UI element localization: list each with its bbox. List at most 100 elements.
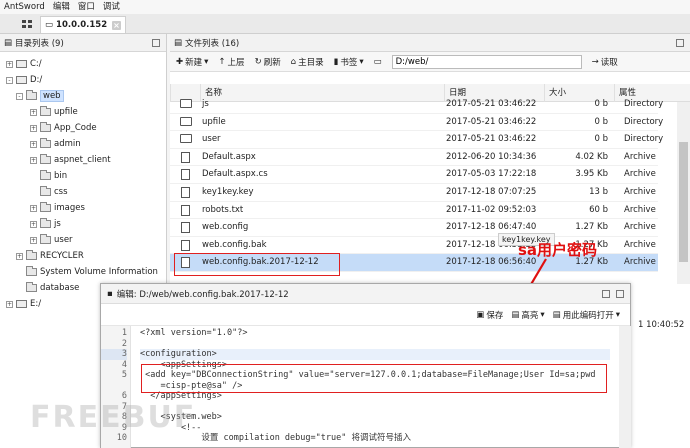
folder-icon [180, 134, 192, 144]
grid-menu-icon[interactable] [20, 17, 34, 31]
home-button[interactable]: ⌂ 主目录 [291, 56, 324, 68]
editor-titlebar[interactable]: ▪ 编辑: D:/web/web.config.bak.2017-12-12 [101, 284, 630, 304]
tree-item-app-code[interactable]: + App_Code [30, 120, 97, 136]
file-size: 13 b [589, 187, 608, 197]
app-name: AntSword [4, 2, 45, 12]
tree-item-d[interactable]: - D:/ [6, 72, 42, 88]
bookmark-button[interactable]: ▮ 书签 ▾ [334, 56, 364, 68]
tree-item-aspnet-client[interactable]: + aspnet_client [30, 152, 111, 168]
tree-item-c[interactable]: + C:/ [6, 56, 42, 72]
refresh-button[interactable]: ↻ 刷新 [255, 56, 281, 68]
file-icon [181, 204, 190, 216]
tree-item-images[interactable]: + images [30, 200, 85, 216]
plus-icon: ✚ [176, 56, 184, 67]
expand-icon[interactable]: + [30, 236, 37, 244]
file-attr: Archive [624, 257, 656, 268]
file-attr: Archive [624, 169, 656, 180]
editor-toolbar: ▣ 保存 ▤ 高亮 ▾ ▤ 用此编码打开 ▾ [101, 304, 630, 326]
file-size: 0 b [594, 134, 608, 145]
folder-icon [40, 202, 51, 212]
file-size: 4.02 Kb [575, 151, 608, 162]
file-name: Default.aspx [202, 151, 256, 162]
file-icon [181, 187, 190, 198]
file-row[interactable]: js 2017-05-21 03:46:22 0 b Directory [170, 96, 663, 114]
file-list-scrollbar[interactable] [677, 102, 690, 284]
expand-icon[interactable]: + [30, 220, 37, 228]
expand-icon[interactable]: + [30, 156, 37, 164]
folder-icon [40, 218, 51, 228]
encoding-icon: ▤ [552, 309, 561, 320]
collapse-tree-icon[interactable]: - [6, 76, 13, 84]
tree-item-e[interactable]: + E:/ [6, 296, 41, 312]
expand-icon[interactable]: + [30, 204, 37, 212]
path-input[interactable] [391, 54, 582, 69]
line-number: 4 [121, 359, 127, 370]
editor-scrollbar[interactable] [619, 326, 631, 448]
expand-icon[interactable]: + [6, 60, 13, 68]
file-row[interactable]: user 2017-05-21 03:46:22 0 b Directory [170, 131, 663, 149]
tree-item-css[interactable]: css [30, 184, 68, 200]
collapse-icon[interactable] [676, 38, 684, 47]
minimize-icon[interactable] [602, 289, 610, 298]
collapse-icon[interactable] [152, 38, 160, 47]
expand-icon[interactable]: + [16, 252, 23, 260]
expand-icon[interactable]: + [30, 124, 37, 132]
menu-window[interactable]: 窗口 [78, 0, 95, 14]
list-icon: ▤ [174, 37, 183, 48]
tree-item-label: E:/ [30, 299, 42, 309]
file-name: web.config.bak [202, 239, 267, 250]
highlight-button[interactable]: ▤ 高亮 ▾ [511, 309, 544, 321]
file-attr: Archive [624, 222, 656, 233]
file-name: Default.aspx.cs [202, 169, 268, 180]
new-button[interactable]: ✚ 新建 ▾ [176, 56, 208, 68]
file-row[interactable]: upfile 2017-05-21 03:46:22 0 b Directory [170, 114, 663, 132]
maximize-icon[interactable] [616, 289, 624, 298]
highlight-box-connection-string [141, 364, 607, 393]
read-button[interactable]: → 读取 [592, 56, 618, 68]
folder-icon [26, 282, 37, 292]
menu-debug[interactable]: 调试 [103, 0, 120, 14]
caret-down-icon: ▾ [540, 309, 545, 320]
tree-item-web[interactable]: - web [16, 88, 64, 104]
folder-icon [26, 250, 37, 260]
tree-item-user[interactable]: + user [30, 232, 73, 248]
open-with-encoding-button[interactable]: ▤ 用此编码打开 ▾ [553, 309, 620, 321]
tree-item-label: database [40, 283, 80, 293]
file-row[interactable]: key1key.key 2017-12-18 07:07:25 13 b Archiv… [170, 184, 658, 202]
file-row[interactable]: web.config 2017-12-18 06:47:40 1.27 Kb Arch… [170, 219, 658, 237]
tree-item-label: admin [54, 139, 81, 149]
folder-open-icon: ▭ [373, 56, 382, 67]
tree-item-bin[interactable]: bin [30, 168, 67, 184]
menubar: AntSword 编辑 窗口 调试 [0, 0, 690, 14]
bookmark-icon: ▮ [333, 56, 339, 67]
save-button[interactable]: ▣ 保存 [476, 309, 503, 321]
tab-host[interactable]: ▭ 10.0.0.152 × [40, 16, 126, 33]
file-size: 0 b [594, 99, 608, 109]
close-icon[interactable]: × [112, 20, 121, 30]
expand-icon[interactable]: + [6, 300, 13, 308]
line-number [101, 381, 127, 392]
tree-item-js[interactable]: + js [30, 216, 61, 232]
file-attr: Archive [624, 204, 656, 215]
file-size: 3.95 Kb [575, 169, 608, 180]
tree-item-admin[interactable]: + admin [30, 136, 81, 152]
file-row[interactable]: robots.txt 2017-11-02 09:52:03 60 b Archive [170, 202, 658, 220]
folder-icon [26, 90, 37, 100]
code-line: <system.web> [140, 412, 222, 422]
up-button[interactable]: ↑ 上层 [218, 56, 244, 68]
file-row[interactable]: Default.aspx 2012-06-20 10:34:36 4.02 Kb Ar… [170, 149, 658, 167]
collapse-tree-icon[interactable]: - [16, 92, 23, 100]
tree-item-label: user [54, 235, 73, 245]
file-row[interactable]: Default.aspx.cs 2017-05-03 17:22:18 3.95 K… [170, 166, 658, 184]
tree-item-recycler[interactable]: + RECYCLER [16, 248, 84, 264]
tree-item-system-volume-information[interactable]: System Volume Information [16, 264, 158, 280]
tree-item-database[interactable]: database [16, 280, 79, 296]
expand-icon[interactable]: + [30, 108, 37, 116]
file-toolbar: ✚新建▾ ↑上层 ↻刷新 ⌂主目录 ▮书签▾ ▭ →读取 [170, 52, 690, 72]
code-line: 设置 compilation debug="true" 将调试符号插入 [140, 433, 411, 443]
file-date: 2012-06-20 10:34:36 [446, 151, 537, 162]
menu-edit[interactable]: 编辑 [53, 0, 70, 14]
expand-icon[interactable]: + [30, 140, 37, 148]
tree-item-label: js [54, 219, 61, 229]
tree-item-upfile[interactable]: + upfile [30, 104, 78, 120]
